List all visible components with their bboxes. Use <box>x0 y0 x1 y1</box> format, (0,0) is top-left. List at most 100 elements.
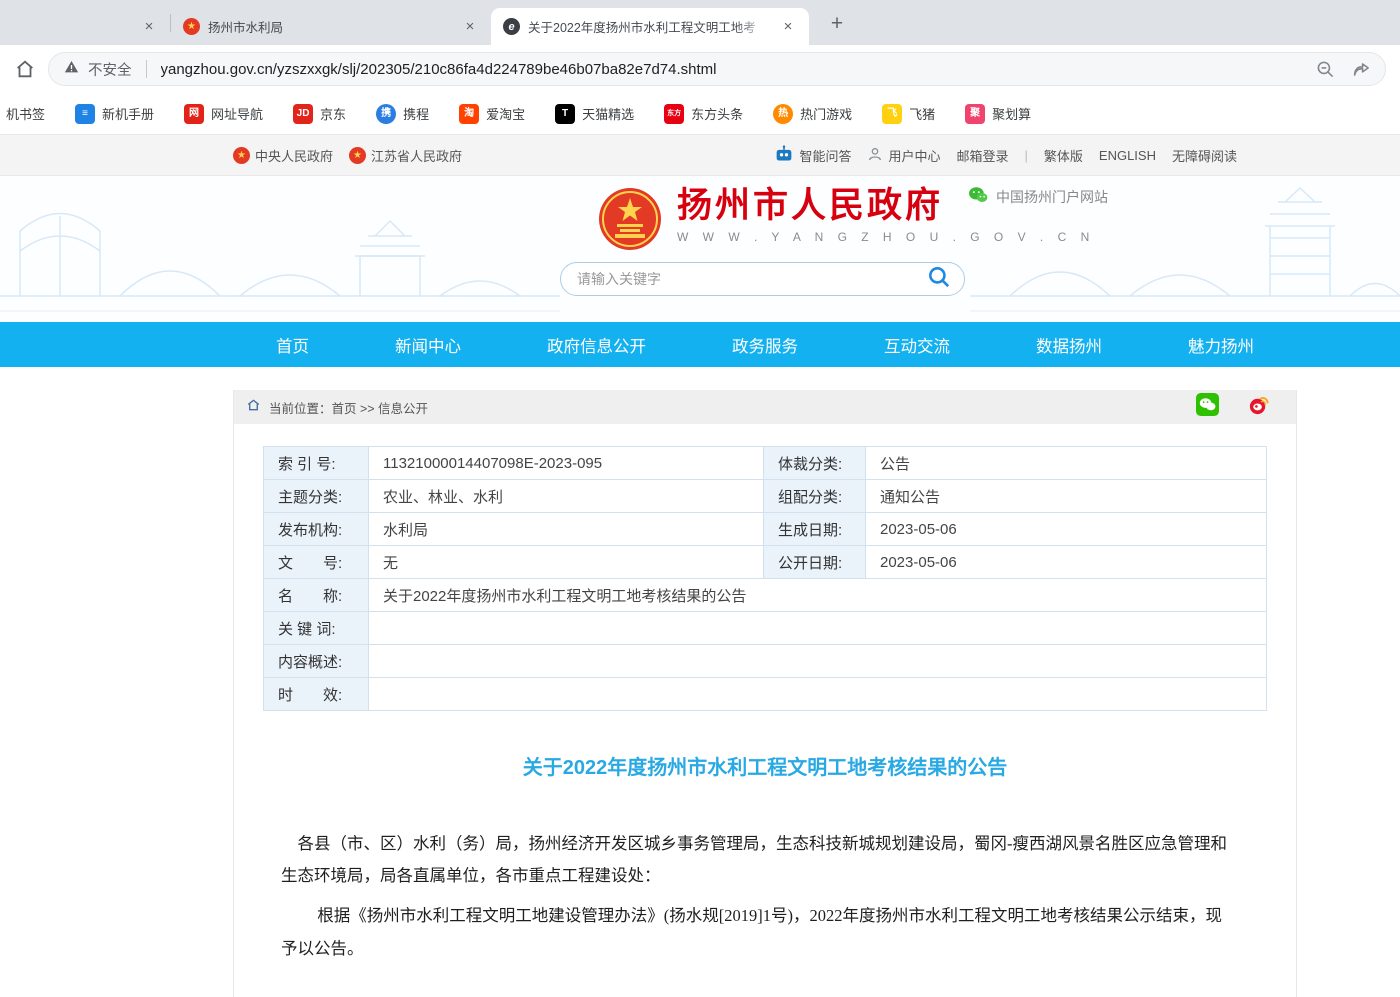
tab-close-icon[interactable]: × <box>140 18 158 36</box>
meta-value <box>369 678 1267 711</box>
bookmark-label: 东方头条 <box>691 104 743 123</box>
meta-value: 11321000014407098E-2023-095 <box>369 447 764 480</box>
bookmarks-bar: 机书签 ≡ 新机手册 网 网址导航 JD 京东 携 携程 淘 爱淘宝 T 天猫精… <box>0 93 1400 135</box>
article-paragraph: 根据《扬州市水利工程文明工地建设管理办法》(扬水规[2019]1号)，2022年… <box>281 900 1234 964</box>
nav-data-yangzhou[interactable]: 数据扬州 <box>1036 333 1102 357</box>
meta-value: 农业、林业、水利 <box>369 480 764 513</box>
table-row: 名 称: 关于2022年度扬州市水利工程文明工地考核结果的公告 <box>264 579 1267 612</box>
meta-value <box>369 612 1267 645</box>
link-label: 江苏省人民政府 <box>371 146 462 165</box>
browser-tab-1[interactable]: × <box>0 8 170 45</box>
bookmark-label: 京东 <box>320 104 346 123</box>
tab-strip: × ★ 扬州市水利局 × e 关于2022年度扬州市水利工程文明工地考 × + <box>0 0 1400 45</box>
table-row: 发布机构: 水利局 生成日期: 2023-05-06 <box>264 513 1267 546</box>
home-icon[interactable] <box>14 58 36 80</box>
bookmark-favicon: ≡ <box>75 104 95 124</box>
tab-title: 关于2022年度扬州市水利工程文明工地考 <box>528 17 771 36</box>
bookmark-label: 爱淘宝 <box>486 104 525 123</box>
browser-toolbar: 不安全 yangzhou.gov.cn/yzszxxgk/slj/202305/… <box>0 45 1400 93</box>
national-emblem-logo <box>597 186 663 257</box>
table-row: 文 号: 无 公开日期: 2023-05-06 <box>264 546 1267 579</box>
meta-label: 主题分类: <box>264 480 369 513</box>
breadcrumb[interactable]: 当前位置：首页 >> 信息公开 <box>269 398 428 417</box>
bookmark-wangzhi-daohang[interactable]: 网 网址导航 <box>184 104 263 124</box>
bookmark-tmall[interactable]: T 天猫精选 <box>555 104 634 124</box>
bookmark-xinji-shouce[interactable]: ≡ 新机手册 <box>75 104 154 124</box>
link-label: 邮箱登录 <box>956 146 1008 165</box>
link-user-center[interactable]: 用户中心 <box>867 146 940 165</box>
nav-news-center[interactable]: 新闻中心 <box>395 333 461 357</box>
link-traditional[interactable]: 繁体版 <box>1044 146 1083 165</box>
bookmark-favicon: 聚 <box>965 104 985 124</box>
nav-gov-info[interactable]: 政府信息公开 <box>547 333 646 357</box>
meta-label: 索 引 号: <box>264 447 369 480</box>
bookmark-fliggy[interactable]: 飞 飞猪 <box>882 104 935 124</box>
link-central-gov[interactable]: ★ 中央人民政府 <box>233 146 333 165</box>
weibo-share-icon[interactable] <box>1247 393 1270 421</box>
divider: | <box>1025 148 1028 163</box>
bookmark-favicon: 网 <box>184 104 204 124</box>
link-label: 无障碍阅读 <box>1172 146 1237 165</box>
browser-tab-active[interactable]: e 关于2022年度扬州市水利工程文明工地考 × <box>491 8 809 45</box>
user-icon <box>867 146 883 165</box>
breadcrumb-home-icon[interactable] <box>246 398 261 417</box>
address-bar[interactable]: 不安全 yangzhou.gov.cn/yzszxxgk/slj/202305/… <box>48 52 1386 86</box>
gov-emblem-icon: ★ <box>233 147 250 164</box>
tab-close-icon[interactable]: × <box>779 18 797 36</box>
link-jiangsu-gov[interactable]: ★ 江苏省人民政府 <box>349 146 462 165</box>
bookmark-remen-youxi[interactable]: 热 热门游戏 <box>773 104 852 124</box>
meta-label: 发布机构: <box>264 513 369 546</box>
security-label: 不安全 <box>88 59 132 80</box>
omnibox-divider <box>146 60 147 78</box>
portal-link[interactable]: 中国扬州门户网站 <box>968 186 1108 207</box>
meta-label: 文 号: <box>264 546 369 579</box>
bookmark-label: 网址导航 <box>211 104 263 123</box>
site-search[interactable] <box>560 262 965 296</box>
bookmark-jd[interactable]: JD 京东 <box>293 104 346 124</box>
bookmark-dongfang-toutiao[interactable]: 东方 东方头条 <box>664 104 743 124</box>
bookmark-label: 新机手册 <box>102 104 154 123</box>
document-meta-table: 索 引 号: 11321000014407098E-2023-095 体裁分类:… <box>263 446 1267 711</box>
announcement-article: 关于2022年度扬州市水利工程文明工地考核结果的公告 各县（市、区）水利（务）局… <box>234 751 1296 997</box>
nav-interaction[interactable]: 互动交流 <box>884 333 950 357</box>
search-icon[interactable] <box>926 264 952 295</box>
link-english[interactable]: ENGLISH <box>1099 148 1156 163</box>
nav-charming-yangzhou[interactable]: 魅力扬州 <box>1188 333 1254 357</box>
meta-label: 生成日期: <box>764 513 866 546</box>
meta-value: 2023-05-06 <box>866 546 1267 579</box>
gov-emblem-favicon: ★ <box>183 18 200 35</box>
wechat-icon <box>968 186 988 207</box>
nav-home[interactable]: 首页 <box>276 333 309 357</box>
bookmark-juhuasuan[interactable]: 聚 聚划算 <box>965 104 1031 124</box>
bookmark-aitaobao[interactable]: 淘 爱淘宝 <box>459 104 525 124</box>
link-accessibility[interactable]: 无障碍阅读 <box>1172 146 1237 165</box>
table-row: 索 引 号: 11321000014407098E-2023-095 体裁分类:… <box>264 447 1267 480</box>
article-title: 关于2022年度扬州市水利工程文明工地考核结果的公告 <box>234 751 1296 780</box>
bookmark-jishuqian[interactable]: 机书签 <box>6 104 45 123</box>
zoom-out-icon[interactable] <box>1316 60 1335 79</box>
share-icon[interactable] <box>1351 60 1371 79</box>
bookmark-label: 热门游戏 <box>800 104 852 123</box>
url-text[interactable]: yangzhou.gov.cn/yzszxxgk/slj/202305/210c… <box>161 61 1309 78</box>
meta-label: 公开日期: <box>764 546 866 579</box>
wechat-share-icon[interactable] <box>1196 393 1219 421</box>
browser-tab-shuiliju[interactable]: ★ 扬州市水利局 × <box>171 8 491 45</box>
nav-gov-services[interactable]: 政务服务 <box>732 333 798 357</box>
link-smart-qa[interactable]: 智能问答 <box>774 145 851 166</box>
site-url-caption: W W W . Y A N G Z H O U . G O V . C N <box>677 230 1095 244</box>
bookmark-favicon: 热 <box>773 104 793 124</box>
search-input[interactable] <box>577 271 926 287</box>
bookmark-label: 携程 <box>403 104 429 123</box>
bookmark-ctrip[interactable]: 携 携程 <box>376 104 429 124</box>
link-mail-login[interactable]: 邮箱登录 <box>956 146 1008 165</box>
table-row: 关 键 词: <box>264 612 1267 645</box>
meta-value: 2023-05-06 <box>866 513 1267 546</box>
tab-close-icon[interactable]: × <box>461 18 479 36</box>
table-row: 主题分类: 农业、林业、水利 组配分类: 通知公告 <box>264 480 1267 513</box>
meta-value: 通知公告 <box>866 480 1267 513</box>
meta-value: 无 <box>369 546 764 579</box>
link-label: ENGLISH <box>1099 148 1156 163</box>
new-tab-button[interactable]: + <box>823 11 851 39</box>
link-label: 中央人民政府 <box>255 146 333 165</box>
bookmark-favicon: JD <box>293 104 313 124</box>
